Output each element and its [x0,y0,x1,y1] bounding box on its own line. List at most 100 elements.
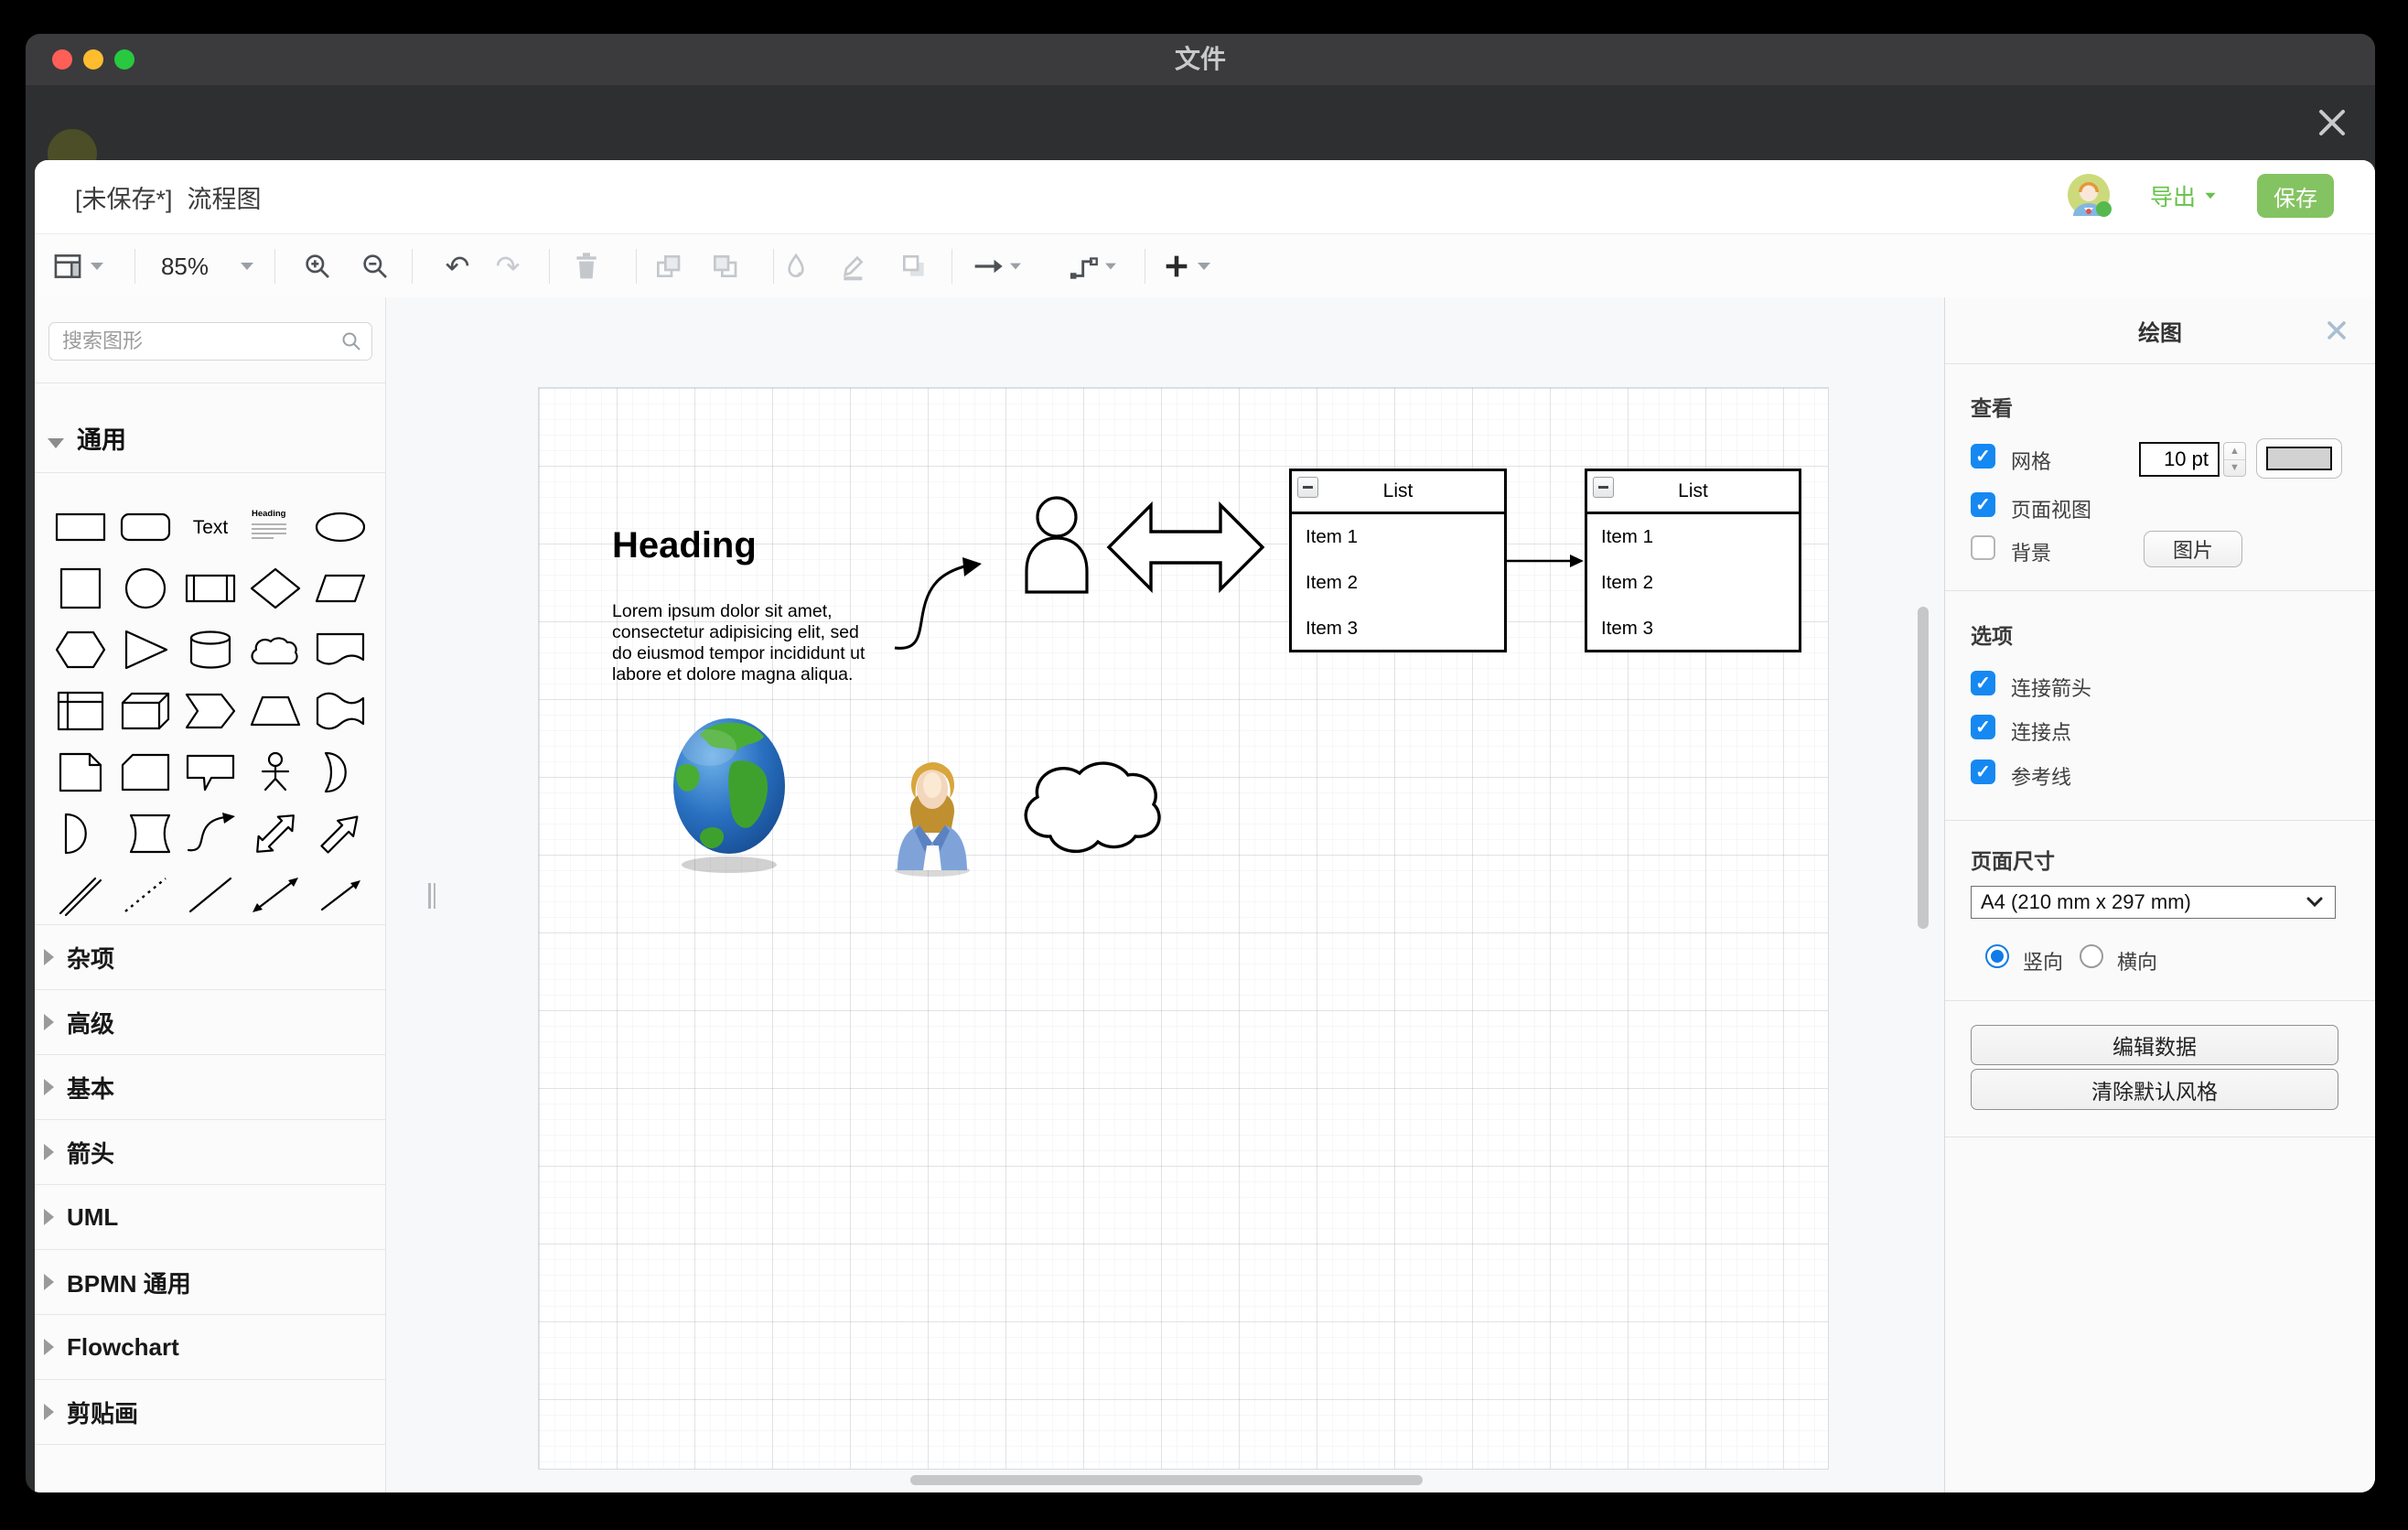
list-item[interactable]: Item 1 [1292,514,1504,560]
panel-close-icon[interactable] [2326,319,2348,341]
shape-parallelogram-icon[interactable] [307,557,372,619]
sidebar-section-7[interactable]: 剪贴画 [35,1380,385,1445]
shape-actor-icon[interactable] [242,741,307,803]
canvas-heading-text[interactable]: Heading [612,525,757,566]
undo-button[interactable]: ↶ [441,234,474,298]
guides-checkbox[interactable] [1971,760,1995,784]
list-header[interactable]: List [1292,471,1504,514]
canvas-paragraph-text[interactable]: Lorem ipsum dolor sit amet, consectetur … [612,601,887,685]
background-image-button[interactable]: 图片 [2144,531,2242,567]
dialog-close-icon[interactable] [2313,103,2351,142]
insert-caret[interactable] [1195,234,1213,298]
shape-text-icon[interactable]: Text [177,496,242,557]
canvas-curve-arrow[interactable] [891,553,987,655]
stepper-down-icon[interactable]: ▼ [2224,460,2245,477]
canvas-globe-clipart[interactable] [672,709,786,876]
zoom-level-button[interactable]: 85% [145,234,225,298]
zoom-out-button[interactable] [359,234,392,298]
page-view-button[interactable] [51,234,84,298]
page[interactable]: Heading Lorem ipsum dolor sit amet, cons… [538,387,1829,1470]
connection-arrow-button[interactable] [972,234,1005,298]
shape-arrow-icon[interactable] [307,803,372,864]
canvas-actor-shape[interactable] [1024,495,1090,594]
portrait-radio[interactable] [1985,944,2009,968]
shape-step-icon[interactable] [177,680,242,741]
shape-and-icon[interactable] [48,803,113,864]
shape-bidirectional-connector-icon[interactable] [242,864,307,925]
shape-ellipse-icon[interactable] [307,496,372,557]
vertical-scrollbar[interactable] [1918,607,1929,929]
export-button[interactable]: 导出 [2150,174,2217,218]
search-icon[interactable] [340,330,362,352]
shape-internal-storage-icon[interactable] [48,680,113,741]
save-button[interactable]: 保存 [2257,174,2334,218]
to-back-button[interactable] [708,234,741,298]
sidebar-section-4[interactable]: UML [35,1185,385,1250]
fill-color-button[interactable] [779,234,812,298]
list-header[interactable]: List [1587,471,1799,514]
shape-note-icon[interactable] [48,741,113,803]
shape-circle-icon[interactable] [113,557,177,619]
canvas-list-shape[interactable]: List Item 1Item 2Item 3 [1289,469,1507,652]
shape-line-icon[interactable] [177,864,242,925]
waypoint-style-button[interactable] [1068,234,1101,298]
redo-button[interactable]: ↷ [491,234,524,298]
drawing-canvas[interactable]: Heading Lorem ipsum dolor sit amet, cons… [386,297,1944,1492]
shape-curve-icon[interactable] [177,803,242,864]
shape-link-icon[interactable] [48,864,113,925]
grid-color-swatch[interactable] [2256,438,2342,479]
connection-arrows-checkbox[interactable] [1971,671,1995,695]
shape-textbox-icon[interactable]: Heading [242,496,307,557]
shape-triangle-icon[interactable] [113,619,177,680]
shape-hexagon-icon[interactable] [48,619,113,680]
delete-button[interactable] [570,234,603,298]
shape-dotted-line-icon[interactable] [113,864,177,925]
horizontal-scrollbar[interactable] [910,1475,1423,1485]
insert-button[interactable] [1160,234,1193,298]
to-front-button[interactable] [651,234,684,298]
shape-cloud-icon[interactable] [242,619,307,680]
page-view-caret[interactable] [88,234,106,298]
shape-directional-connector-icon[interactable] [307,864,372,925]
sidebar-section-6[interactable]: Flowchart [35,1315,385,1380]
connection-arrow-caret[interactable] [1006,234,1025,298]
shape-process-icon[interactable] [177,557,242,619]
shape-diamond-icon[interactable] [242,557,307,619]
canvas-businesswoman-clipart[interactable] [891,750,974,878]
canvas-double-arrow-shape[interactable] [1106,497,1265,598]
search-input[interactable] [60,325,339,358]
line-color-button[interactable] [837,234,870,298]
list-item[interactable]: Item 1 [1587,514,1799,560]
sidebar-section-0[interactable]: 杂项 [35,924,385,990]
shape-data-storage-icon[interactable] [113,803,177,864]
shape-trapezoid-icon[interactable] [242,680,307,741]
shape-callout-icon[interactable] [177,741,242,803]
shape-document-icon[interactable] [307,619,372,680]
window-titlebar[interactable]: 文件 [26,34,2375,85]
canvas-list-shape[interactable]: List Item 1Item 2Item 3 [1585,469,1801,652]
clear-default-style-button[interactable]: 清除默认风格 [1971,1069,2338,1110]
zoom-in-button[interactable] [301,234,334,298]
shape-cube-icon[interactable] [113,680,177,741]
sidebar-section-3[interactable]: 箭头 [35,1120,385,1185]
page-view-checkbox[interactable] [1971,492,1995,517]
list-item[interactable]: Item 2 [1292,560,1504,606]
connection-points-checkbox[interactable] [1971,715,1995,739]
shape-rectangle-icon[interactable] [48,496,113,557]
canvas-cloud-shape[interactable] [1010,729,1177,863]
grid-size-stepper[interactable]: ▲▼ [2223,442,2246,477]
sidebar-section-1[interactable]: 高级 [35,990,385,1055]
shape-cylinder-icon[interactable] [177,619,242,680]
avatar[interactable] [2068,174,2110,216]
shape-bidirectional-arrow-icon[interactable] [242,803,307,864]
landscape-radio[interactable] [2080,944,2103,968]
sidebar-collapse-handle[interactable] [428,883,439,909]
canvas-connector-arrow[interactable] [1502,552,1585,570]
shape-or-icon[interactable] [307,741,372,803]
sidebar-section-general[interactable]: 通用 [35,382,385,473]
list-item[interactable]: Item 3 [1292,606,1504,652]
edit-data-button[interactable]: 编辑数据 [1971,1025,2338,1065]
grid-checkbox[interactable] [1971,444,1995,469]
page-size-select[interactable]: A4 (210 mm x 297 mm) [1971,886,2336,919]
shape-rounded-rectangle-icon[interactable] [113,496,177,557]
